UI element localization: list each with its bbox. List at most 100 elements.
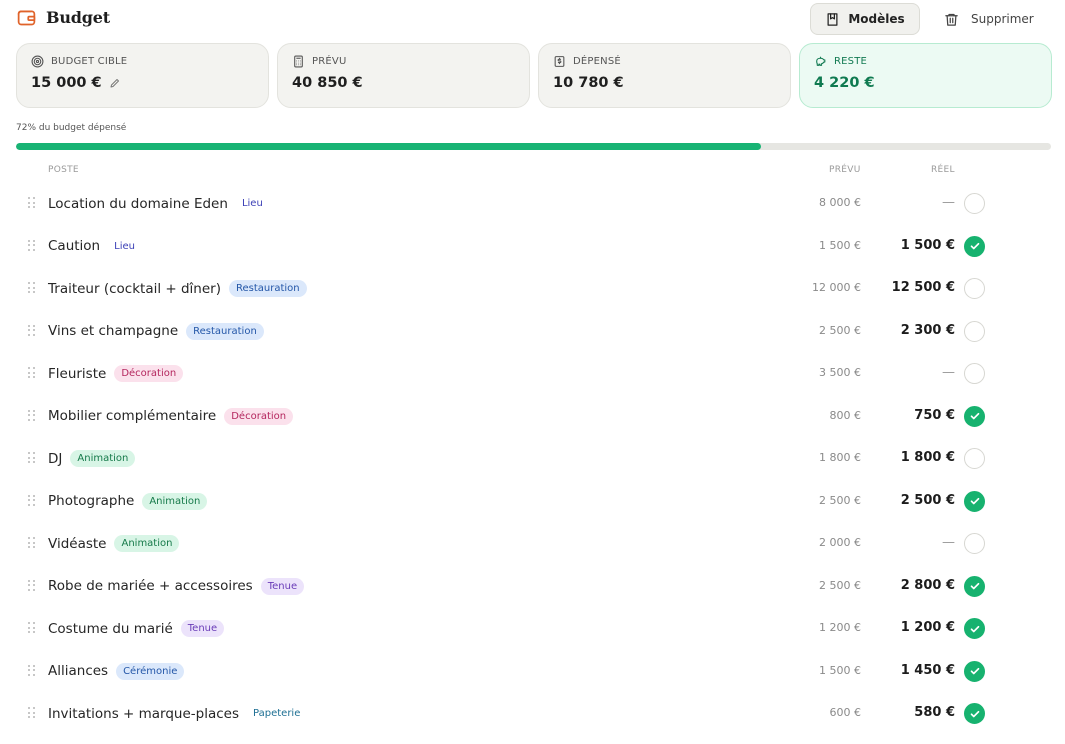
drag-handle-icon[interactable] [28, 664, 36, 677]
paid-checkbox[interactable] [964, 448, 985, 469]
paid-checkbox[interactable] [964, 703, 985, 724]
actual-amount[interactable]: 2 300 € [901, 323, 955, 338]
item-label[interactable]: Robe de mariée + accessoires [48, 578, 253, 594]
paid-checkbox[interactable] [964, 405, 985, 427]
item-label[interactable]: Costume du marié [48, 621, 173, 637]
planned-amount[interactable]: 600 € [830, 706, 862, 719]
row-name-wrap: Vidéaste Animation [48, 535, 180, 552]
row-name-wrap: Mobilier complémentaire Décoration [48, 407, 294, 425]
drag-handle-icon[interactable] [28, 239, 36, 252]
actual-amount[interactable]: 2 500 € [901, 493, 955, 508]
planned-label-wrap: PRÉVU [292, 55, 346, 68]
table-row[interactable]: Photographe Animation 2 500 € 2 500 € [0, 480, 1065, 523]
item-label[interactable]: Vidéaste [48, 536, 106, 552]
drag-handle-icon[interactable] [28, 622, 36, 634]
table-row[interactable]: Costume du marié Tenue 1 200 € 1 200 € [0, 607, 1065, 650]
planned-amount[interactable]: 1 200 € [819, 621, 861, 634]
templates-button[interactable]: Modèles [810, 3, 920, 35]
item-label[interactable]: Fleuriste [48, 366, 106, 382]
planned-amount[interactable]: 8 000 € [819, 196, 861, 209]
drag-handle-icon[interactable] [28, 197, 36, 209]
row-name-wrap: Costume du marié Tenue [48, 620, 225, 637]
item-label[interactable]: Photographe [48, 493, 134, 509]
planned-amount[interactable]: 1 800 € [819, 451, 861, 464]
planned-amount[interactable]: 2 500 € [819, 579, 861, 592]
actual-amount[interactable]: 1 450 € [901, 663, 955, 678]
drag-handle-icon[interactable] [28, 324, 36, 337]
item-label[interactable]: Caution [48, 238, 100, 254]
drag-handle-icon[interactable] [28, 367, 36, 379]
paid-checkbox[interactable] [964, 235, 985, 257]
drag-handle-icon[interactable] [28, 579, 36, 592]
paid-checkbox[interactable] [964, 320, 985, 342]
column-header-actual: RÉEL [931, 165, 955, 175]
planned-amount[interactable]: 1 500 € [819, 664, 861, 677]
item-label[interactable]: Traiteur (cocktail + dîner) [48, 281, 221, 297]
paid-checkbox[interactable] [964, 278, 985, 299]
row-name-wrap: Location du domaine Eden Lieu [48, 195, 269, 212]
actual-amount[interactable]: 1 500 € [901, 238, 955, 253]
paid-checkbox[interactable] [964, 618, 985, 639]
table-row[interactable]: Location du domaine Eden Lieu 8 000 € — [0, 182, 1065, 225]
item-label[interactable]: DJ [48, 451, 62, 467]
item-label[interactable]: Invitations + marque-places [48, 706, 239, 722]
planned-amount[interactable]: 2 500 € [819, 324, 861, 337]
planned-amount[interactable]: 2 500 € [819, 494, 861, 507]
pencil-icon[interactable] [109, 77, 121, 89]
actual-amount[interactable]: — [942, 195, 955, 210]
drag-handle-icon[interactable] [28, 452, 36, 464]
paid-checkbox[interactable] [964, 193, 985, 214]
table-row[interactable]: Vins et champagne Restauration 2 500 € 2 30… [0, 310, 1065, 353]
actual-amount[interactable]: 580 € [914, 705, 955, 720]
planned-amount[interactable]: 3 500 € [819, 366, 861, 379]
table-row[interactable]: Traiteur (cocktail + dîner) Restauration 1… [0, 267, 1065, 310]
planned-amount[interactable]: 2 000 € [819, 536, 861, 549]
paid-checkbox[interactable] [964, 575, 985, 597]
item-label[interactable]: Mobilier complémentaire [48, 408, 216, 424]
spent-value: 10 780 € [553, 75, 624, 91]
table-row[interactable]: Robe de mariée + accessoires Tenue 2 500 €… [0, 565, 1065, 608]
drag-handle-icon[interactable] [28, 494, 36, 507]
row-name-wrap: Invitations + marque-places Papeterie [48, 705, 306, 722]
checkmark-icon [970, 667, 979, 675]
target-budget-card: BUDGET CIBLE 15 000 € [16, 43, 269, 108]
actual-amount[interactable]: 2 800 € [901, 578, 955, 593]
paid-checkbox[interactable] [964, 660, 985, 682]
delete-button[interactable]: Supprimer [936, 3, 1046, 35]
planned-amount[interactable]: 800 € [830, 409, 862, 422]
actual-amount[interactable]: 1 800 € [901, 450, 955, 465]
table-row[interactable]: DJ Animation 1 800 € 1 800 € [0, 437, 1065, 480]
planned-value: 40 850 € [292, 75, 363, 91]
column-header-item: POSTE [48, 165, 79, 175]
table-row[interactable]: Mobilier complémentaire Décoration 800 € 75… [0, 395, 1065, 438]
paid-checkbox[interactable] [964, 363, 985, 384]
table-row[interactable]: Fleuriste Décoration 3 500 € — [0, 352, 1065, 395]
table-row[interactable]: Vidéaste Animation 2 000 € — [0, 522, 1065, 565]
planned-value-wrap: 40 850 € [292, 75, 363, 91]
planned-amount[interactable]: 1 500 € [819, 239, 861, 252]
table-row[interactable]: Alliances Cérémonie 1 500 € 1 450 € [0, 650, 1065, 693]
actual-amount[interactable]: 12 500 € [892, 280, 955, 295]
planned-label: PRÉVU [312, 56, 347, 67]
budget-progress-bar [16, 143, 1051, 150]
item-label[interactable]: Alliances [48, 663, 108, 679]
spent-label-wrap: DÉPENSÉ [553, 55, 621, 68]
item-label[interactable]: Vins et champagne [48, 323, 178, 339]
actual-amount[interactable]: 1 200 € [901, 620, 955, 635]
drag-handle-icon[interactable] [28, 409, 36, 422]
drag-handle-icon[interactable] [28, 707, 36, 719]
paid-checkbox[interactable] [964, 533, 985, 554]
row-name-wrap: Vins et champagne Restauration [48, 322, 264, 340]
item-label[interactable]: Location du domaine Eden [48, 196, 228, 212]
drag-handle-icon[interactable] [28, 537, 36, 549]
planned-amount[interactable]: 12 000 € [812, 281, 861, 294]
progress-label: 72% du budget dépensé [16, 123, 127, 133]
drag-handle-icon[interactable] [28, 282, 36, 294]
table-row[interactable]: Caution Lieu 1 500 € 1 500 € [0, 225, 1065, 268]
actual-amount[interactable]: — [942, 365, 955, 380]
paid-checkbox[interactable] [964, 490, 985, 512]
table-row[interactable]: Invitations + marque-places Papeterie 600 … [0, 692, 1065, 735]
actual-amount[interactable]: — [942, 535, 955, 550]
actual-amount[interactable]: 750 € [914, 408, 955, 423]
spent-value-wrap: 10 780 € [553, 75, 624, 91]
